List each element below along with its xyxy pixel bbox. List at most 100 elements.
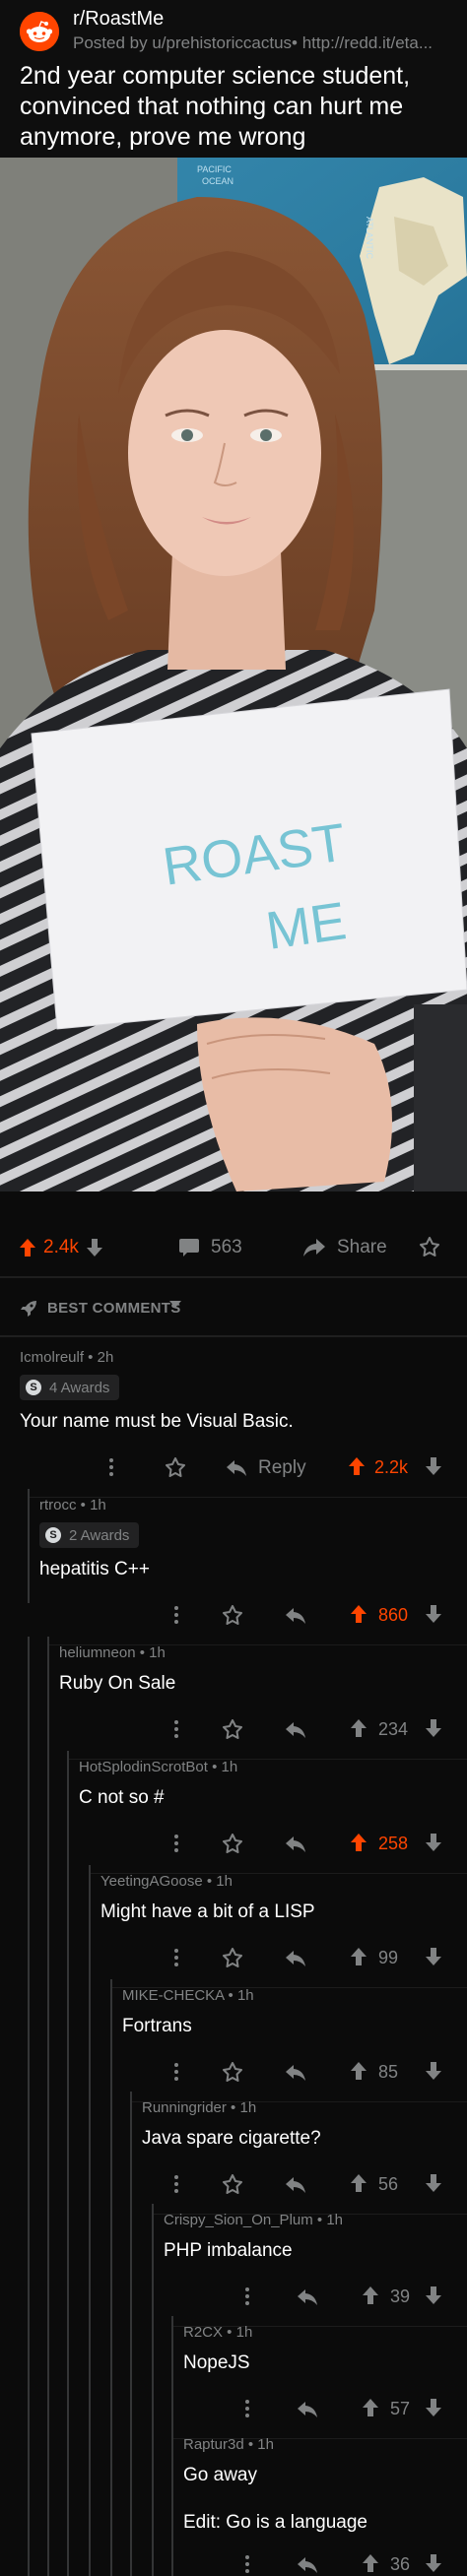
- comment-score: 234: [378, 1719, 409, 1739]
- comment-author[interactable]: Crispy_Sion_On_Plum • 1h: [164, 2212, 343, 2228]
- more-options-icon[interactable]: [173, 1605, 179, 1625]
- upvote-arrow-icon[interactable]: [363, 2286, 378, 2304]
- more-options-icon[interactable]: [244, 2399, 250, 2418]
- more-options-icon[interactable]: [244, 2554, 250, 2574]
- downvote-arrow-icon[interactable]: [426, 1834, 441, 1851]
- upvote-arrow-icon[interactable]: [363, 2399, 378, 2416]
- comment-score: 258: [378, 1834, 409, 1853]
- upvote-arrow-icon[interactable]: [351, 2174, 367, 2192]
- more-options-icon[interactable]: [173, 2174, 179, 2194]
- more-options-icon[interactable]: [173, 1719, 179, 1739]
- comment-bubble-icon: [179, 1239, 199, 1256]
- comment-body: Ruby On Sale: [59, 1673, 176, 1694]
- comment-score: 57: [390, 2399, 411, 2418]
- downvote-arrow-icon[interactable]: [426, 1605, 441, 1623]
- comment-actions: Reply 2.2k: [0, 1457, 467, 1483]
- chevron-down-icon: [169, 1301, 181, 1309]
- award-icon[interactable]: [223, 1719, 242, 1739]
- comment-body: PHP imbalance: [164, 2240, 293, 2261]
- map-label-atlantic: ATLANTIC: [365, 217, 374, 259]
- more-options-icon[interactable]: [173, 2062, 179, 2082]
- upvote-arrow-icon[interactable]: [20, 1239, 35, 1256]
- comment-score: 860: [378, 1605, 409, 1625]
- subreddit-name[interactable]: r/RoastMe: [73, 8, 164, 31]
- downvote-arrow-icon[interactable]: [426, 2399, 441, 2416]
- reply-arrow-icon[interactable]: [286, 1951, 305, 1966]
- post-byline[interactable]: Posted by u/prehistoriccactus• http://re…: [73, 33, 462, 53]
- share-button[interactable]: Share: [303, 1237, 387, 1258]
- reply-arrow-icon[interactable]: [286, 1836, 305, 1852]
- comment-author[interactable]: heliumneon • 1h: [59, 1644, 166, 1661]
- share-arrow-icon: [303, 1239, 325, 1256]
- downvote-arrow-icon[interactable]: [426, 1719, 441, 1737]
- downvote-arrow-icon[interactable]: [426, 2174, 441, 2192]
- reply-arrow-icon[interactable]: [286, 1608, 305, 1624]
- upvote-arrow-icon[interactable]: [351, 1834, 367, 1851]
- comment-author[interactable]: R2CX • 1h: [183, 2324, 252, 2341]
- award-icon[interactable]: [420, 1237, 439, 1256]
- reply-button[interactable]: Reply: [258, 1457, 306, 1479]
- upvote-arrow-icon[interactable]: [349, 1457, 365, 1475]
- reply-arrow-icon[interactable]: [286, 1722, 305, 1738]
- award-icon[interactable]: [223, 2062, 242, 2082]
- post-score: 2.4k: [43, 1237, 79, 1257]
- downvote-arrow-icon[interactable]: [426, 2286, 441, 2304]
- comment-body: Your name must be Visual Basic.: [20, 1411, 294, 1432]
- comment-author[interactable]: Icmolreulf • 2h: [20, 1349, 113, 1366]
- upvote-arrow-icon[interactable]: [351, 2062, 367, 2080]
- comment-author[interactable]: MIKE-CHECKA • 1h: [122, 1987, 254, 2004]
- comment-author[interactable]: rtrocc • 1h: [39, 1497, 106, 1513]
- share-label: Share: [337, 1237, 387, 1257]
- comment-actions: 56: [0, 2174, 467, 2200]
- more-options-icon[interactable]: [173, 1948, 179, 1967]
- rocket-icon: [20, 1300, 37, 1318]
- reply-arrow-icon[interactable]: [298, 2402, 317, 2417]
- awards-badge[interactable]: S 2 Awards: [39, 1522, 140, 1548]
- comment-actions: 36: [0, 2554, 467, 2576]
- reply-arrow-icon[interactable]: [298, 2289, 317, 2305]
- downvote-arrow-icon[interactable]: [426, 1457, 441, 1475]
- comment-body-edit: Edit: Go is a language: [183, 2512, 367, 2533]
- more-options-icon[interactable]: [108, 1457, 114, 1477]
- subreddit-icon[interactable]: [20, 12, 59, 51]
- comment-actions: 860: [0, 1605, 467, 1631]
- awards-badge[interactable]: S 4 Awards: [20, 1375, 120, 1400]
- upvote-arrow-icon[interactable]: [351, 1948, 367, 1965]
- reply-arrow-icon[interactable]: [286, 2065, 305, 2081]
- upvote-arrow-icon[interactable]: [351, 1605, 367, 1623]
- downvote-arrow-icon[interactable]: [86, 1239, 102, 1256]
- award-icon[interactable]: [223, 1605, 242, 1625]
- award-icon[interactable]: [223, 2174, 242, 2194]
- comments-button[interactable]: 563: [179, 1237, 242, 1258]
- reply-arrow-icon[interactable]: [298, 2557, 317, 2573]
- downvote-arrow-icon[interactable]: [426, 1948, 441, 1965]
- downvote-arrow-icon[interactable]: [426, 2554, 441, 2572]
- award-icon[interactable]: [166, 1457, 185, 1477]
- comment-author[interactable]: YeetingAGoose • 1h: [100, 1873, 233, 1890]
- comment-body: Might have a bit of a LISP: [100, 1901, 315, 1922]
- comment-actions: 85: [0, 2062, 467, 2088]
- comment-sort-bar[interactable]: BEST COMMENTS: [0, 1290, 467, 1329]
- comment-author[interactable]: Raptur3d • 1h: [183, 2436, 274, 2453]
- award-icon[interactable]: [223, 1834, 242, 1853]
- comment-body: Go away: [183, 2465, 257, 2485]
- reply-arrow-icon[interactable]: [286, 2177, 305, 2193]
- award-icon[interactable]: [223, 1948, 242, 1967]
- more-options-icon[interactable]: [173, 1834, 179, 1853]
- map-label-ocean: OCEAN: [202, 176, 234, 186]
- upvote-arrow-icon[interactable]: [363, 2554, 378, 2572]
- more-options-icon[interactable]: [244, 2286, 250, 2306]
- downvote-arrow-icon[interactable]: [426, 2062, 441, 2080]
- comment-actions: 57: [0, 2399, 467, 2424]
- thread-line[interactable]: [28, 1489, 30, 1603]
- comment-author[interactable]: Runningrider • 1h: [142, 2099, 256, 2116]
- post-image[interactable]: PACIFIC OCEAN ATLANTIC ROAST ME: [0, 158, 467, 1191]
- silver-award-icon: S: [45, 1527, 61, 1543]
- comment-body: Java spare cigarette?: [142, 2128, 321, 2149]
- comment-author[interactable]: HotSplodinScrotBot • 1h: [79, 1759, 237, 1775]
- comment-actions: 39: [0, 2286, 467, 2312]
- upvote-arrow-icon[interactable]: [351, 1719, 367, 1737]
- reply-arrow-icon[interactable]: [227, 1460, 246, 1476]
- post-action-bar: 2.4k 563 Share: [0, 1191, 467, 1302]
- sort-label: BEST COMMENTS: [47, 1300, 181, 1317]
